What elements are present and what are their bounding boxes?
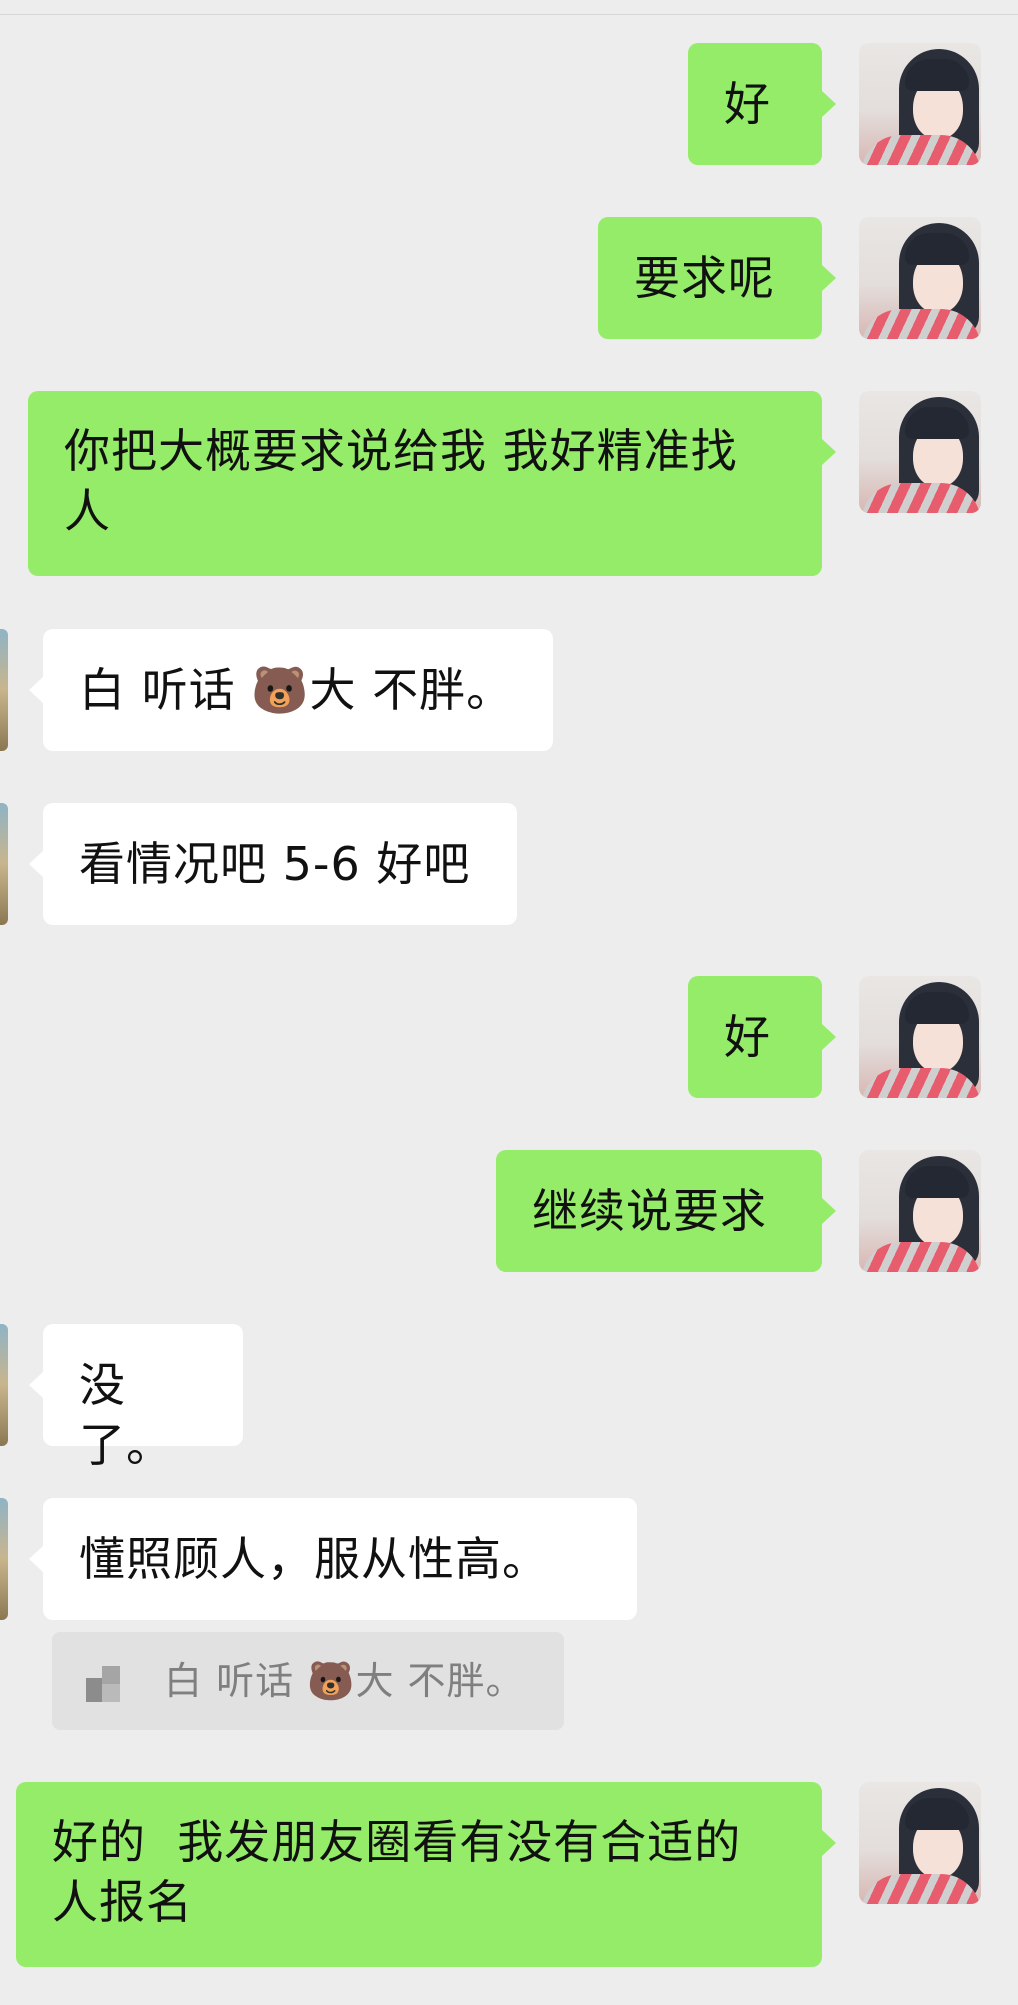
- message-bubble-incoming[interactable]: 白 听话 🐻大 不胖。: [43, 629, 553, 751]
- image-thumbnail-icon: [86, 1666, 122, 1702]
- bubble-tail: [822, 91, 836, 117]
- message-bubble-outgoing[interactable]: 好: [688, 976, 822, 1098]
- message-bubble-outgoing[interactable]: 你把大概要求说给我 我好精准找 人: [28, 391, 822, 576]
- bubble-tail: [29, 1372, 43, 1398]
- bubble-tail: [822, 1198, 836, 1224]
- bubble-tail: [29, 1546, 43, 1572]
- avatar[interactable]: [0, 803, 8, 925]
- avatar[interactable]: [859, 43, 981, 165]
- bubble-tail: [822, 1830, 836, 1856]
- avatar[interactable]: [859, 1782, 981, 1904]
- message-bubble-incoming[interactable]: 没了。: [43, 1324, 243, 1472]
- message-bubble-outgoing[interactable]: 要求呢: [598, 217, 822, 339]
- avatar[interactable]: [0, 1498, 8, 1620]
- avatar[interactable]: [0, 1324, 8, 1446]
- avatar[interactable]: [859, 217, 981, 339]
- avatar[interactable]: [0, 629, 8, 751]
- quoted-text: 白 听话 🐻大 不胖。: [164, 1659, 525, 1703]
- avatar[interactable]: [859, 976, 981, 1098]
- bubble-tail: [29, 677, 43, 703]
- avatar[interactable]: [859, 1150, 981, 1272]
- avatar[interactable]: [859, 391, 981, 513]
- bubble-tail: [822, 265, 836, 291]
- quoted-message[interactable]: 白 听话 🐻大 不胖。: [52, 1632, 564, 1730]
- message-bubble-incoming[interactable]: 懂照顾人，服从性高。: [43, 1498, 637, 1620]
- bubble-tail: [822, 439, 836, 465]
- bubble-tail: [822, 1024, 836, 1050]
- top-divider: [0, 14, 1018, 15]
- message-bubble-outgoing[interactable]: 继续说要求: [496, 1150, 822, 1272]
- bubble-tail: [29, 851, 43, 877]
- message-bubble-outgoing[interactable]: 好: [688, 43, 822, 165]
- message-bubble-incoming[interactable]: 看情况吧 5-6 好吧: [43, 803, 517, 925]
- message-bubble-outgoing[interactable]: 好的 我发朋友圈看有没有合适的 人报名: [16, 1782, 822, 1967]
